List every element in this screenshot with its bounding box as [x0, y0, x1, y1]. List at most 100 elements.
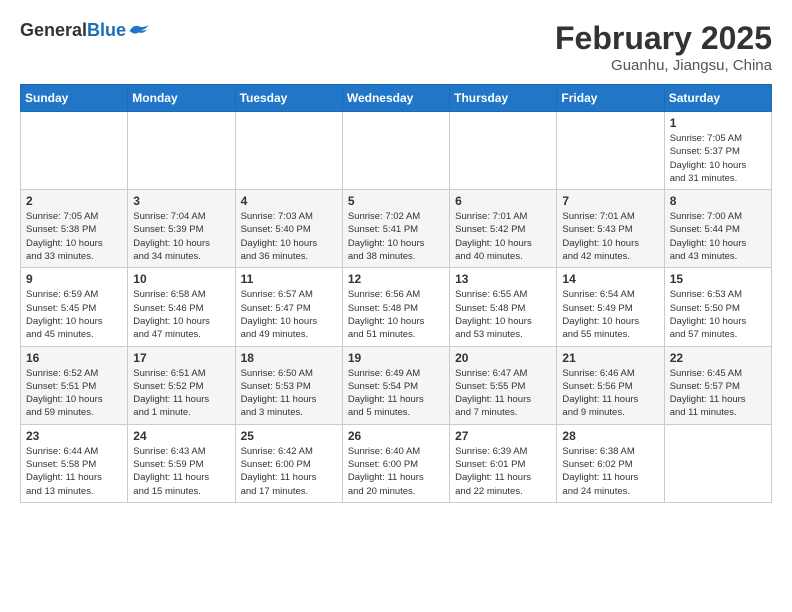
calendar-week-2: 2 Sunrise: 7:05 AM Sunset: 5:38 PM Daylig…: [21, 190, 772, 268]
day-number: 14: [562, 272, 658, 286]
day-number: 10: [133, 272, 229, 286]
day-info: Sunrise: 7:03 AM Sunset: 5:40 PM Dayligh…: [241, 210, 337, 263]
calendar-cell: 11 Sunrise: 6:57 AM Sunset: 5:47 PM Dayli…: [235, 268, 342, 346]
day-number: 6: [455, 194, 551, 208]
day-number: 18: [241, 351, 337, 365]
day-number: 21: [562, 351, 658, 365]
day-number: 7: [562, 194, 658, 208]
day-info: Sunrise: 7:02 AM Sunset: 5:41 PM Dayligh…: [348, 210, 444, 263]
weekday-header-friday: Friday: [557, 85, 664, 112]
calendar-cell: 6 Sunrise: 7:01 AM Sunset: 5:42 PM Daylig…: [450, 190, 557, 268]
day-number: 11: [241, 272, 337, 286]
day-info: Sunrise: 6:53 AM Sunset: 5:50 PM Dayligh…: [670, 288, 766, 341]
calendar-week-1: 1Sunrise: 7:05 AM Sunset: 5:37 PM Daylig…: [21, 112, 772, 190]
month-title: February 2025: [555, 20, 772, 57]
calendar-week-4: 16Sunrise: 6:52 AM Sunset: 5:51 PM Dayli…: [21, 346, 772, 424]
day-info: Sunrise: 6:43 AM Sunset: 5:59 PM Dayligh…: [133, 445, 229, 498]
day-info: Sunrise: 6:50 AM Sunset: 5:53 PM Dayligh…: [241, 367, 337, 420]
day-number: 8: [670, 194, 766, 208]
weekday-header-monday: Monday: [128, 85, 235, 112]
calendar-cell: 19 Sunrise: 6:49 AM Sunset: 5:54 PM Dayli…: [342, 346, 449, 424]
day-info: Sunrise: 6:42 AM Sunset: 6:00 PM Dayligh…: [241, 445, 337, 498]
day-info: Sunrise: 6:55 AM Sunset: 5:48 PM Dayligh…: [455, 288, 551, 341]
day-info: Sunrise: 6:51 AM Sunset: 5:52 PM Dayligh…: [133, 367, 229, 420]
calendar-cell: 22Sunrise: 6:45 AM Sunset: 5:57 PM Dayli…: [664, 346, 771, 424]
day-info: Sunrise: 6:38 AM Sunset: 6:02 PM Dayligh…: [562, 445, 658, 498]
day-info: Sunrise: 6:47 AM Sunset: 5:55 PM Dayligh…: [455, 367, 551, 420]
weekday-header-tuesday: Tuesday: [235, 85, 342, 112]
day-number: 4: [241, 194, 337, 208]
page-header: GeneralBlue February 2025 Guanhu, Jiangs…: [20, 20, 772, 74]
weekday-header-row: SundayMondayTuesdayWednesdayThursdayFrid…: [21, 85, 772, 112]
weekday-header-sunday: Sunday: [21, 85, 128, 112]
day-number: 15: [670, 272, 766, 286]
calendar-cell: 26Sunrise: 6:40 AM Sunset: 6:00 PM Dayli…: [342, 424, 449, 502]
calendar-cell: [128, 112, 235, 190]
calendar-cell: [450, 112, 557, 190]
logo-blue-text: Blue: [87, 20, 126, 41]
day-number: 25: [241, 429, 337, 443]
calendar-cell: [557, 112, 664, 190]
day-info: Sunrise: 6:56 AM Sunset: 5:48 PM Dayligh…: [348, 288, 444, 341]
calendar-week-3: 9 Sunrise: 6:59 AM Sunset: 5:45 PM Daylig…: [21, 268, 772, 346]
day-number: 2: [26, 194, 122, 208]
day-info: Sunrise: 6:46 AM Sunset: 5:56 PM Dayligh…: [562, 367, 658, 420]
calendar-cell: 27Sunrise: 6:39 AM Sunset: 6:01 PM Dayli…: [450, 424, 557, 502]
calendar-table: SundayMondayTuesdayWednesdayThursdayFrid…: [20, 84, 772, 503]
calendar-cell: 21 Sunrise: 6:46 AM Sunset: 5:56 PM Dayli…: [557, 346, 664, 424]
day-info: Sunrise: 6:45 AM Sunset: 5:57 PM Dayligh…: [670, 367, 766, 420]
calendar-cell: 13 Sunrise: 6:55 AM Sunset: 5:48 PM Dayli…: [450, 268, 557, 346]
calendar-cell: 3 Sunrise: 7:04 AM Sunset: 5:39 PM Daylig…: [128, 190, 235, 268]
calendar-cell: 1Sunrise: 7:05 AM Sunset: 5:37 PM Daylig…: [664, 112, 771, 190]
day-number: 5: [348, 194, 444, 208]
calendar-cell: [342, 112, 449, 190]
day-info: Sunrise: 6:59 AM Sunset: 5:45 PM Dayligh…: [26, 288, 122, 341]
day-info: Sunrise: 6:54 AM Sunset: 5:49 PM Dayligh…: [562, 288, 658, 341]
day-info: Sunrise: 6:49 AM Sunset: 5:54 PM Dayligh…: [348, 367, 444, 420]
day-info: Sunrise: 6:58 AM Sunset: 5:46 PM Dayligh…: [133, 288, 229, 341]
weekday-header-thursday: Thursday: [450, 85, 557, 112]
calendar-cell: 23Sunrise: 6:44 AM Sunset: 5:58 PM Dayli…: [21, 424, 128, 502]
calendar-cell: 2 Sunrise: 7:05 AM Sunset: 5:38 PM Daylig…: [21, 190, 128, 268]
calendar-cell: [664, 424, 771, 502]
day-number: 1: [670, 116, 766, 130]
calendar-cell: 17 Sunrise: 6:51 AM Sunset: 5:52 PM Dayli…: [128, 346, 235, 424]
calendar-cell: 28 Sunrise: 6:38 AM Sunset: 6:02 PM Dayli…: [557, 424, 664, 502]
calendar-week-5: 23Sunrise: 6:44 AM Sunset: 5:58 PM Dayli…: [21, 424, 772, 502]
day-number: 16: [26, 351, 122, 365]
day-info: Sunrise: 7:04 AM Sunset: 5:39 PM Dayligh…: [133, 210, 229, 263]
calendar-cell: 8Sunrise: 7:00 AM Sunset: 5:44 PM Daylig…: [664, 190, 771, 268]
calendar-cell: 18 Sunrise: 6:50 AM Sunset: 5:53 PM Dayli…: [235, 346, 342, 424]
calendar-cell: 7 Sunrise: 7:01 AM Sunset: 5:43 PM Daylig…: [557, 190, 664, 268]
calendar-cell: 24Sunrise: 6:43 AM Sunset: 5:59 PM Dayli…: [128, 424, 235, 502]
day-info: Sunrise: 6:44 AM Sunset: 5:58 PM Dayligh…: [26, 445, 122, 498]
calendar-cell: [21, 112, 128, 190]
calendar-cell: 15 Sunrise: 6:53 AM Sunset: 5:50 PM Dayli…: [664, 268, 771, 346]
day-info: Sunrise: 6:39 AM Sunset: 6:01 PM Dayligh…: [455, 445, 551, 498]
location-subtitle: Guanhu, Jiangsu, China: [555, 57, 772, 74]
logo-general-text: General: [20, 20, 87, 41]
logo-text: GeneralBlue: [20, 20, 150, 41]
day-number: 9: [26, 272, 122, 286]
calendar-cell: 14 Sunrise: 6:54 AM Sunset: 5:49 PM Dayli…: [557, 268, 664, 346]
calendar-cell: 25 Sunrise: 6:42 AM Sunset: 6:00 PM Dayli…: [235, 424, 342, 502]
calendar-cell: 9 Sunrise: 6:59 AM Sunset: 5:45 PM Daylig…: [21, 268, 128, 346]
day-info: Sunrise: 7:01 AM Sunset: 5:42 PM Dayligh…: [455, 210, 551, 263]
calendar-cell: 4 Sunrise: 7:03 AM Sunset: 5:40 PM Daylig…: [235, 190, 342, 268]
day-info: Sunrise: 7:01 AM Sunset: 5:43 PM Dayligh…: [562, 210, 658, 263]
calendar-cell: 5 Sunrise: 7:02 AM Sunset: 5:41 PM Daylig…: [342, 190, 449, 268]
day-number: 13: [455, 272, 551, 286]
day-info: Sunrise: 6:57 AM Sunset: 5:47 PM Dayligh…: [241, 288, 337, 341]
calendar-cell: 20Sunrise: 6:47 AM Sunset: 5:55 PM Dayli…: [450, 346, 557, 424]
day-info: Sunrise: 7:05 AM Sunset: 5:38 PM Dayligh…: [26, 210, 122, 263]
day-info: Sunrise: 6:40 AM Sunset: 6:00 PM Dayligh…: [348, 445, 444, 498]
logo-bird-icon: [128, 22, 150, 40]
day-number: 3: [133, 194, 229, 208]
day-number: 19: [348, 351, 444, 365]
calendar-cell: 12Sunrise: 6:56 AM Sunset: 5:48 PM Dayli…: [342, 268, 449, 346]
logo: GeneralBlue: [20, 20, 150, 41]
day-number: 17: [133, 351, 229, 365]
day-number: 28: [562, 429, 658, 443]
weekday-header-saturday: Saturday: [664, 85, 771, 112]
title-section: February 2025 Guanhu, Jiangsu, China: [555, 20, 772, 74]
